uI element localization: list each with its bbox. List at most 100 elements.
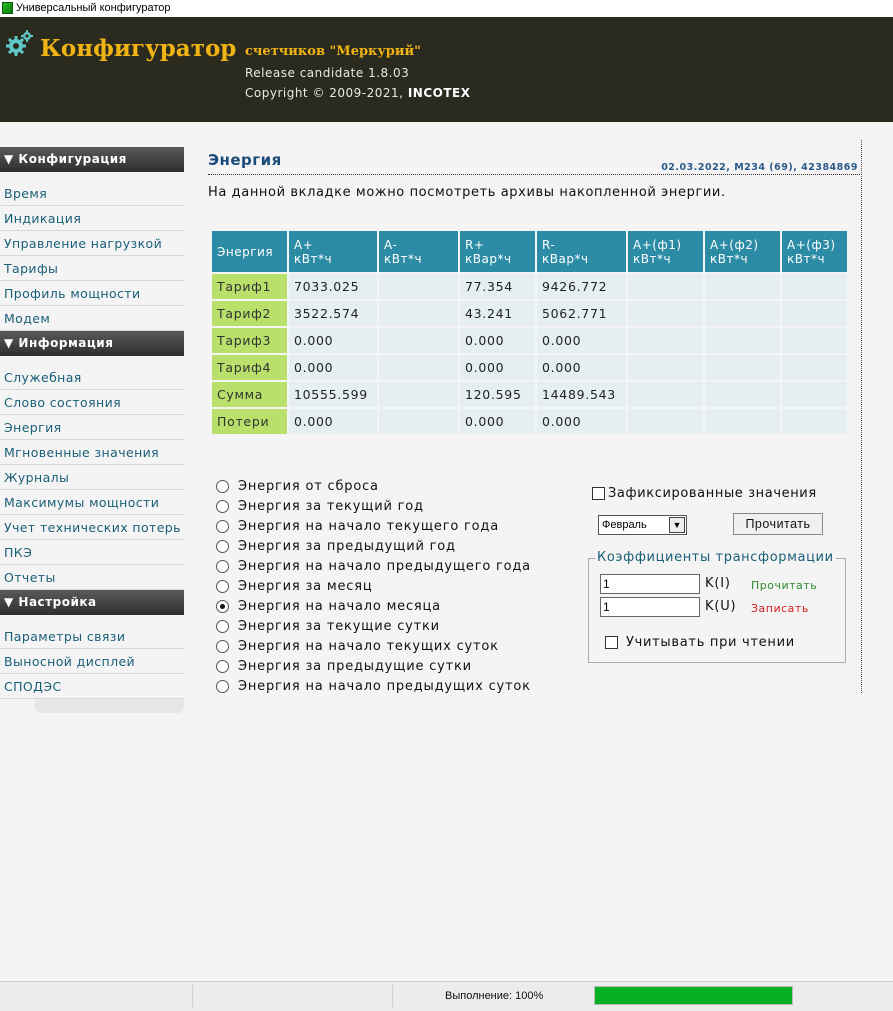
- table-cell: [782, 355, 847, 380]
- status-text: Выполнение: 100%: [445, 990, 544, 1002]
- radio-option[interactable]: Энергия за текущий год: [216, 496, 531, 516]
- gears-icon: [6, 30, 33, 56]
- checkbox[interactable]: [605, 636, 618, 649]
- sidebar-section-config[interactable]: ▼ Конфигурация: [0, 147, 184, 172]
- radio-button[interactable]: [216, 599, 229, 613]
- table-cell: [379, 274, 458, 299]
- radio-option[interactable]: Энергия на начало текущего года: [216, 516, 531, 536]
- sidebar: ▼ Конфигурация Время Индикация Управлени…: [0, 147, 184, 713]
- table-cell: [628, 409, 703, 434]
- sidebar-item-load-control[interactable]: Управление нагрузкой: [0, 231, 184, 256]
- write-coefficients-link[interactable]: Записать: [751, 602, 809, 615]
- table-row: Потери 0.000 0.000 0.000: [212, 409, 847, 434]
- sidebar-footer: [35, 699, 184, 713]
- sidebar-item-power-profile[interactable]: Профиль мощности: [0, 281, 184, 306]
- sidebar-item-remote-display[interactable]: Выносной дисплей: [0, 649, 184, 674]
- title-divider: [208, 174, 860, 175]
- chevron-down-icon[interactable]: ▼: [669, 517, 685, 533]
- radio-button[interactable]: [216, 559, 229, 573]
- table-cell: [628, 382, 703, 407]
- radio-button[interactable]: [216, 579, 229, 593]
- table-cell: [705, 274, 780, 299]
- row-label: Тариф4: [212, 355, 287, 380]
- table-cell: 14489.543: [537, 382, 626, 407]
- radio-button[interactable]: [216, 539, 229, 553]
- radio-option[interactable]: Энергия за текущие сутки: [216, 616, 531, 636]
- radio-button[interactable]: [216, 639, 229, 653]
- table-cell: 0.000: [289, 355, 377, 380]
- radio-option[interactable]: Энергия за предыдущие сутки: [216, 656, 531, 676]
- radio-button[interactable]: [216, 519, 229, 533]
- table-cell: [782, 301, 847, 326]
- row-label: Потери: [212, 409, 287, 434]
- checkbox[interactable]: [592, 487, 605, 500]
- sidebar-item-service[interactable]: Служебная: [0, 365, 184, 390]
- radio-option[interactable]: Энергия на начало предыдущего года: [216, 556, 531, 576]
- window-titlebar: Универсальный конфигуратор: [0, 0, 893, 17]
- table-cell: [628, 301, 703, 326]
- table-cell: [379, 301, 458, 326]
- table-cell: [782, 274, 847, 299]
- read-button[interactable]: Прочитать: [733, 513, 823, 535]
- transform-coefficients-group: Коэффициенты трансформации 1 K(I) Прочит…: [588, 550, 846, 663]
- sidebar-item-indication[interactable]: Индикация: [0, 206, 184, 231]
- sidebar-item-tariffs[interactable]: Тарифы: [0, 256, 184, 281]
- sidebar-item-modem[interactable]: Модем: [0, 306, 184, 331]
- table-row: Тариф1 7033.025 77.354 9426.772: [212, 274, 847, 299]
- radio-option[interactable]: Энергия за месяц: [216, 576, 531, 596]
- table-cell: 9426.772: [537, 274, 626, 299]
- sidebar-item-power-maximums[interactable]: Максимумы мощности: [0, 490, 184, 515]
- column-header: R-кВар*ч: [537, 231, 626, 272]
- sidebar-section-settings[interactable]: ▼ Настройка: [0, 590, 184, 615]
- sidebar-item-energy[interactable]: Энергия: [0, 415, 184, 440]
- sidebar-item-reports[interactable]: Отчеты: [0, 565, 184, 590]
- table-cell: [782, 409, 847, 434]
- radio-option[interactable]: Энергия на начало текущих суток: [216, 636, 531, 656]
- table-cell: 7033.025: [289, 274, 377, 299]
- progress-fill: [595, 987, 792, 1004]
- radio-button[interactable]: [216, 499, 229, 513]
- sidebar-item-tech-losses[interactable]: Учет технических потерь: [0, 515, 184, 540]
- radio-option[interactable]: Энергия от сброса: [216, 476, 531, 496]
- table-row: Тариф2 3522.574 43.241 5062.771: [212, 301, 847, 326]
- table-cell: 0.000: [460, 328, 535, 353]
- table-row: Сумма 10555.599 120.595 14489.543: [212, 382, 847, 407]
- sidebar-item-pke[interactable]: ПКЭ: [0, 540, 184, 565]
- table-cell: [628, 328, 703, 353]
- sidebar-section-info[interactable]: ▼ Информация: [0, 331, 184, 356]
- radio-button[interactable]: [216, 659, 229, 673]
- table-cell: [379, 328, 458, 353]
- table-cell: 3522.574: [289, 301, 377, 326]
- table-cell: [705, 301, 780, 326]
- month-select[interactable]: Февраль ▼: [598, 515, 687, 535]
- apply-on-read-checkbox[interactable]: Учитывать при чтении: [605, 635, 795, 650]
- sidebar-item-journals[interactable]: Журналы: [0, 465, 184, 490]
- fixed-values-checkbox[interactable]: Зафиксированные значения: [592, 486, 817, 501]
- content-divider: [861, 140, 862, 693]
- row-label: Тариф3: [212, 328, 287, 353]
- radio-option[interactable]: Энергия за предыдущий год: [216, 536, 531, 556]
- app-header: Конфигуратор счетчиков "Меркурий" Releas…: [0, 17, 893, 122]
- table-cell: 0.000: [289, 328, 377, 353]
- radio-option[interactable]: Энергия на начало месяца: [216, 596, 531, 616]
- read-coefficients-link[interactable]: Прочитать: [751, 579, 817, 592]
- transform-legend: Коэффициенты трансформации: [595, 550, 836, 565]
- sidebar-item-status-word[interactable]: Слово состояния: [0, 390, 184, 415]
- sidebar-item-time[interactable]: Время: [0, 181, 184, 206]
- radio-button[interactable]: [216, 619, 229, 633]
- sidebar-item-instant-values[interactable]: Мгновенные значения: [0, 440, 184, 465]
- radio-button[interactable]: [216, 679, 229, 693]
- ki-input[interactable]: 1: [600, 574, 700, 594]
- radio-option[interactable]: Энергия на начало предыдущих суток: [216, 676, 531, 696]
- radio-button[interactable]: [216, 479, 229, 493]
- energy-table: Энергия A+ кВт*ч A-кВт*ч R+ кВар*ч R-кВар*…: [210, 229, 849, 436]
- table-cell: [705, 355, 780, 380]
- column-header: R+ кВар*ч: [460, 231, 535, 272]
- app-subtitle: счетчиков "Меркурий": [245, 44, 421, 59]
- table-cell: 120.595: [460, 382, 535, 407]
- ku-input[interactable]: 1: [600, 597, 700, 617]
- sidebar-item-spodes[interactable]: СПОДЭС: [0, 674, 184, 699]
- sidebar-item-connection[interactable]: Параметры связи: [0, 624, 184, 649]
- page-title: Энергия: [208, 151, 282, 169]
- ku-label: K(U): [705, 599, 737, 614]
